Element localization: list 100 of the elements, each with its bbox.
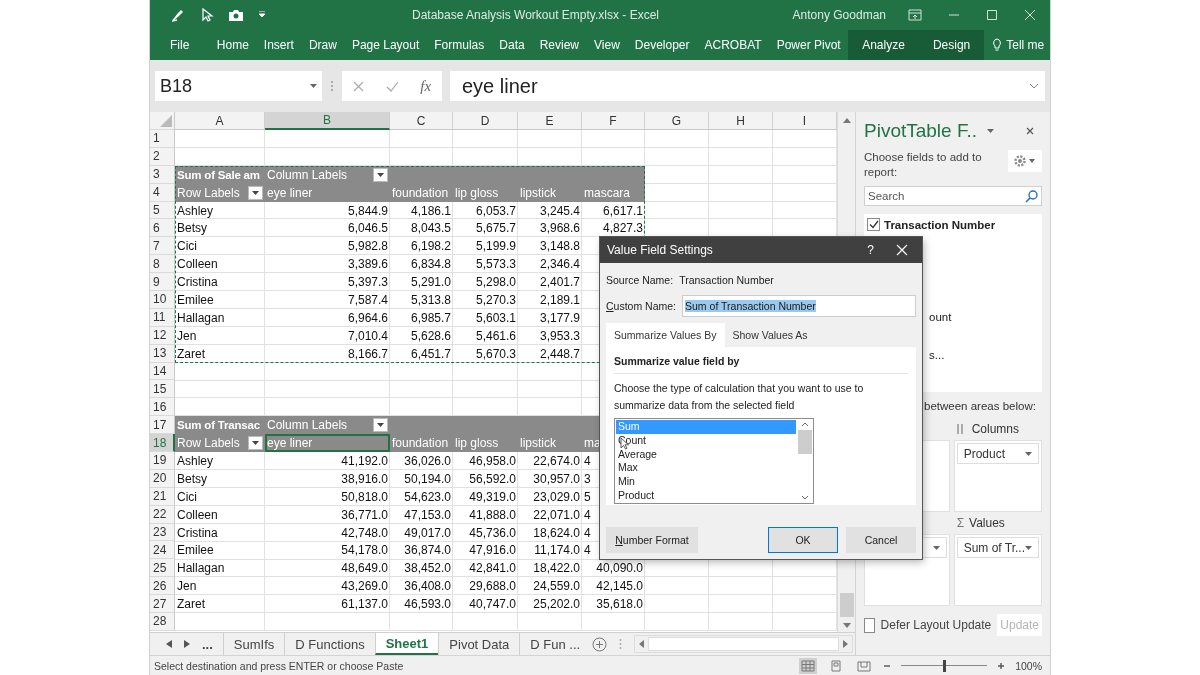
column-header[interactable]: C [390, 112, 453, 130]
dialog-button[interactable]: Number Format [606, 527, 698, 553]
settings-button[interactable] [1008, 150, 1042, 172]
zoom-level[interactable]: 100% [1015, 659, 1042, 672]
ribbon-tab[interactable]: Power Pivot [769, 30, 849, 60]
ribbon-tab[interactable]: ACROBAT [697, 30, 770, 60]
row-number[interactable]: 15 [150, 380, 175, 399]
normal-view-icon[interactable] [799, 657, 818, 674]
row-number[interactable]: 17 [150, 416, 175, 435]
camera-icon[interactable] [228, 8, 244, 22]
checkbox[interactable] [864, 617, 875, 633]
filter-button[interactable] [373, 167, 388, 182]
column-header[interactable]: H [709, 112, 773, 130]
input-field[interactable]: Sum of Transaction Number [682, 295, 916, 317]
ribbon-tab[interactable]: Formulas [426, 30, 492, 60]
caret-icon[interactable] [987, 129, 994, 133]
list-item[interactable]: Product [616, 489, 796, 503]
tell-me-button[interactable]: Tell me [984, 30, 1053, 60]
insert-function-button[interactable]: fx [420, 77, 432, 95]
pointer-icon[interactable] [200, 7, 214, 23]
search-field[interactable]: Search [864, 186, 1042, 206]
expand-icon[interactable] [1029, 83, 1039, 89]
table-cell-text: 5,573.3 [474, 256, 517, 274]
row-number[interactable]: 24 [150, 541, 175, 560]
drag-handle-icon[interactable] [330, 80, 334, 92]
ribbon-tab[interactable]: File [150, 30, 210, 60]
name-box[interactable]: B18 [155, 71, 322, 101]
row-number[interactable]: 27 [150, 595, 175, 614]
more-sheets-button[interactable]: ... [202, 636, 213, 652]
filter-button[interactable] [248, 185, 263, 200]
caret-icon[interactable] [258, 11, 266, 19]
dialog-tab[interactable]: Summarize Values By [606, 323, 725, 347]
row-number[interactable]: 10 [150, 291, 175, 309]
dialog-tab[interactable]: Show Values As [724, 323, 816, 347]
add-sheet-icon[interactable] [592, 636, 608, 652]
scroll-left-icon[interactable] [639, 640, 645, 648]
column-header[interactable]: I [773, 112, 837, 130]
ribbon-display-icon[interactable] [908, 9, 922, 21]
row-number[interactable]: 1 [150, 130, 175, 148]
table-cell-text: 61,137.0 [340, 596, 389, 614]
scroll-up-icon[interactable] [801, 422, 809, 427]
row-number[interactable]: 28 [150, 613, 175, 631]
row-number[interactable]: 16 [150, 398, 175, 417]
previous-sheet-icon[interactable] [166, 640, 172, 648]
row-number[interactable]: 25 [150, 559, 175, 578]
ribbon-tab[interactable]: Home [209, 30, 257, 60]
filter-button[interactable] [373, 418, 388, 433]
column-header[interactable]: A [175, 112, 265, 130]
search-icon[interactable] [1025, 190, 1038, 203]
scroll-down-icon[interactable] [801, 495, 809, 500]
scroll-thumb[interactable] [798, 430, 812, 454]
row-number[interactable]: 19 [150, 452, 175, 470]
slider-thumb[interactable] [942, 659, 946, 672]
sheet-tab[interactable]: Sheet1 [374, 633, 439, 655]
formula-field[interactable]: eye liner [450, 71, 1045, 101]
field-name[interactable]: Transaction Number [884, 218, 996, 231]
scroll-down-icon[interactable] [842, 623, 851, 628]
ribbon-tab[interactable]: Data [491, 30, 533, 60]
ribbon-tab[interactable]: Analyze [848, 30, 919, 60]
row-number[interactable]: 8 [150, 255, 175, 274]
column-header[interactable]: E [518, 112, 582, 130]
horizontal-scrollbar[interactable] [634, 635, 853, 653]
checkbox[interactable] [867, 218, 880, 231]
ribbon-tab[interactable]: Insert [256, 30, 302, 60]
column-header[interactable]: B [265, 112, 390, 130]
ribbon-tab[interactable]: Developer [627, 30, 697, 60]
checkbox-label[interactable]: Defer Layout Update [880, 618, 992, 632]
field-dropdown[interactable]: Sum of Tr... [956, 537, 1039, 558]
column-header[interactable]: G [645, 112, 709, 130]
ribbon-tab[interactable]: Draw [301, 30, 345, 60]
maximize-icon[interactable] [986, 9, 998, 21]
scroll-right-icon[interactable] [843, 640, 848, 648]
dialog-button[interactable]: Cancel [846, 527, 916, 553]
list-item[interactable]: Max [616, 461, 796, 476]
dialog-button[interactable]: OK [768, 527, 838, 553]
ribbon-tab[interactable]: View [586, 30, 628, 60]
row-number[interactable]: 18 [150, 434, 175, 453]
field-name[interactable]: s... [929, 349, 945, 361]
filter-button[interactable] [248, 436, 263, 451]
field-dropdown[interactable]: Product [956, 443, 1039, 464]
column-header[interactable]: D [453, 112, 518, 130]
ribbon-tab[interactable]: Review [532, 30, 587, 60]
help-button[interactable]: ? [867, 243, 874, 257]
field-name[interactable]: ount [929, 311, 952, 323]
column-header[interactable]: F [582, 112, 645, 130]
list-item[interactable]: Min [616, 475, 796, 489]
list-item[interactable]: Average [616, 447, 796, 462]
row-number[interactable]: 7 [150, 237, 175, 256]
row-number[interactable]: 26 [150, 577, 175, 596]
zoom-in-icon[interactable] [997, 661, 1006, 670]
check-icon[interactable] [385, 80, 399, 92]
close-icon[interactable] [1026, 127, 1034, 135]
row-number[interactable]: 6 [150, 219, 175, 238]
cancel-icon[interactable] [352, 80, 364, 92]
scroll-thumb[interactable] [839, 593, 854, 617]
ribbon-tab[interactable]: Page Layout [344, 30, 427, 60]
next-sheet-icon[interactable] [184, 640, 190, 648]
scroll-up-icon[interactable] [842, 118, 851, 123]
ribbon-tab[interactable]: Design [918, 30, 985, 60]
row-number[interactable]: 9 [150, 273, 175, 291]
